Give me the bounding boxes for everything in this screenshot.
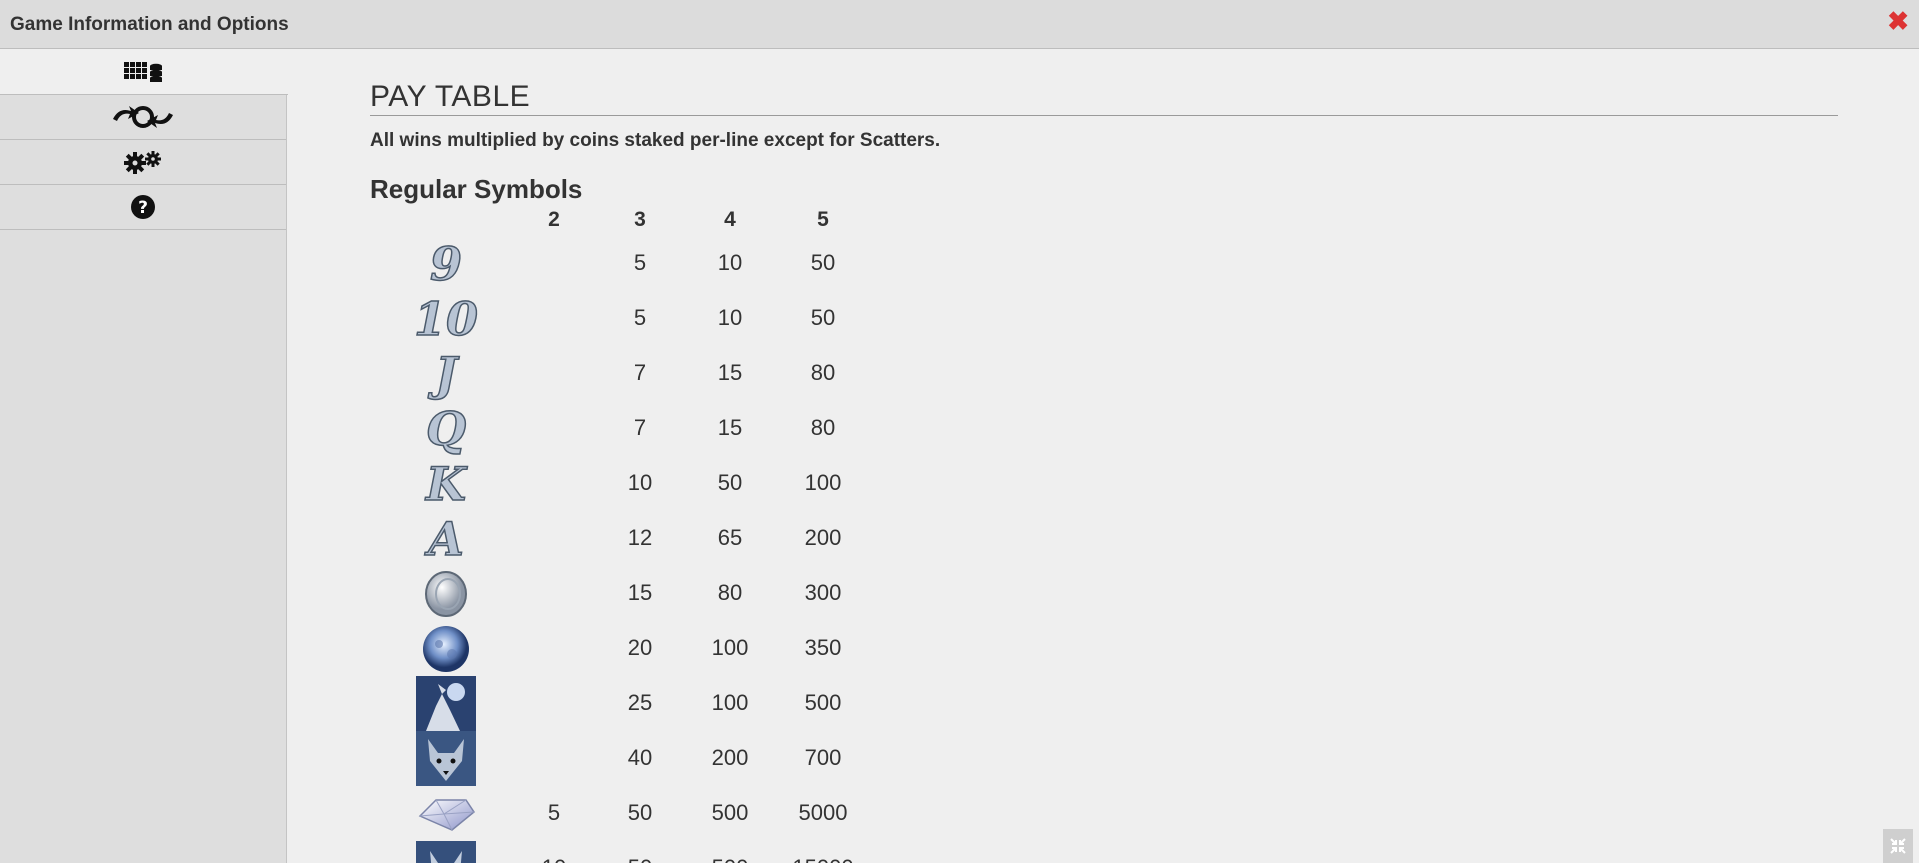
- wolf-pack-icon: [415, 841, 477, 863]
- payout-cell: 500: [685, 855, 775, 863]
- payout-cell: 100: [711, 690, 749, 715]
- payout-cell: 10: [627, 470, 653, 495]
- payout-cell: 65: [717, 525, 743, 550]
- symbol-label: J: [434, 346, 457, 401]
- paytable-icon: [124, 62, 162, 82]
- payout-cell: 50: [810, 250, 836, 275]
- payout-cell: 80: [717, 580, 743, 605]
- payout-cell: 50: [595, 855, 685, 863]
- payout-cell: 200: [711, 745, 749, 770]
- payout-cell: 80: [810, 415, 836, 440]
- table-row: 20 100 350: [370, 621, 970, 676]
- payout-cell: 15: [717, 360, 743, 385]
- wolf-face-icon: [415, 731, 477, 786]
- symbol-k: K: [415, 456, 477, 511]
- close-icon[interactable]: ✖: [1887, 8, 1909, 34]
- table-row: 9 5 10 50: [370, 236, 970, 291]
- column-header: 4: [724, 208, 736, 231]
- window-title: Game Information and Options: [10, 14, 289, 35]
- section-title: Regular Symbols: [370, 174, 583, 204]
- autoplay-icon: [113, 106, 173, 128]
- payout-cell: 10: [509, 855, 599, 863]
- payout-cell: 15: [627, 580, 653, 605]
- payout-cell: 500: [711, 800, 749, 825]
- minimize-icon[interactable]: [1883, 829, 1913, 863]
- payout-cell: 200: [804, 525, 842, 550]
- symbol-label: K: [425, 456, 466, 511]
- sidebar-item-settings[interactable]: [0, 140, 286, 185]
- payout-cell: 7: [633, 360, 647, 385]
- payout-cell: 5: [547, 800, 561, 825]
- paytable-subtitle: All wins multiplied by coins staked per-…: [370, 130, 941, 151]
- column-header: 3: [634, 208, 646, 231]
- sidebar-item-autoplay[interactable]: [0, 95, 286, 140]
- payout-cell: 25: [627, 690, 653, 715]
- payout-cell: 15000: [778, 855, 868, 863]
- symbol-label: 9: [429, 236, 463, 291]
- payout-cell: 500: [804, 690, 842, 715]
- payout-cell: 7: [633, 415, 647, 440]
- symbol-label: A: [427, 511, 464, 566]
- diamond-icon: [415, 786, 477, 841]
- payout-cell: 5: [633, 250, 647, 275]
- table-row: 15 80 300: [370, 566, 970, 621]
- help-icon: ?: [131, 195, 155, 219]
- payout-cell: 40: [627, 745, 653, 770]
- title-bar: Game Information and Options ✖: [0, 0, 1919, 49]
- payout-cell: 10: [717, 305, 743, 330]
- payout-cell: 80: [810, 360, 836, 385]
- table-row: A 12 65 200: [370, 511, 970, 566]
- payout-cell: 50: [810, 305, 836, 330]
- sidebar-item-paytable[interactable]: [0, 50, 288, 95]
- settings-icon: [124, 151, 161, 174]
- sidebar-item-help[interactable]: ?: [0, 185, 286, 230]
- payout-cell: 5000: [798, 800, 848, 825]
- silver-coin-icon: [415, 566, 477, 621]
- column-header: 5: [817, 208, 829, 231]
- table-row: 10 5 10 50: [370, 291, 970, 346]
- table-row: J 7 15 80: [370, 346, 970, 401]
- table-row: K 10 50 100: [370, 456, 970, 511]
- table-row: Q 7 15 80: [370, 401, 970, 456]
- table-row: 40 200 700: [370, 731, 970, 786]
- payout-cell: 100: [804, 470, 842, 495]
- symbol-j: J: [415, 346, 477, 401]
- symbol-a: A: [415, 511, 477, 566]
- payout-cell: 50: [627, 800, 653, 825]
- payout-cell: 10: [717, 250, 743, 275]
- symbol-q: Q: [415, 401, 477, 456]
- moon-icon: [415, 621, 477, 676]
- paytable-content: PAY TABLE All wins multiplied by coins s…: [370, 50, 1838, 863]
- payout-cell: 100: [711, 635, 749, 660]
- sidebar: ?: [0, 50, 288, 863]
- table-row: 5 50 500 5000: [370, 786, 970, 841]
- payout-cell: 5: [633, 305, 647, 330]
- table-row: 105050015000: [370, 841, 970, 863]
- payout-cell: 350: [804, 635, 842, 660]
- payout-cell: 15: [717, 415, 743, 440]
- svg-text:?: ?: [138, 198, 148, 218]
- payout-cell: 300: [804, 580, 842, 605]
- page-title: PAY TABLE: [370, 80, 1838, 116]
- symbol-label: 10: [413, 291, 479, 346]
- symbol-label: Q: [425, 401, 467, 456]
- payout-cell: 20: [627, 635, 653, 660]
- payout-cell: 12: [627, 525, 653, 550]
- column-header: 2: [548, 208, 560, 231]
- symbol-9: 9: [415, 236, 477, 291]
- payout-cell: 50: [717, 470, 743, 495]
- howling-wolf-icon: [415, 676, 477, 731]
- payout-cell: 700: [804, 745, 842, 770]
- table-row: 25 100 500: [370, 676, 970, 731]
- symbol-10: 10: [413, 291, 479, 346]
